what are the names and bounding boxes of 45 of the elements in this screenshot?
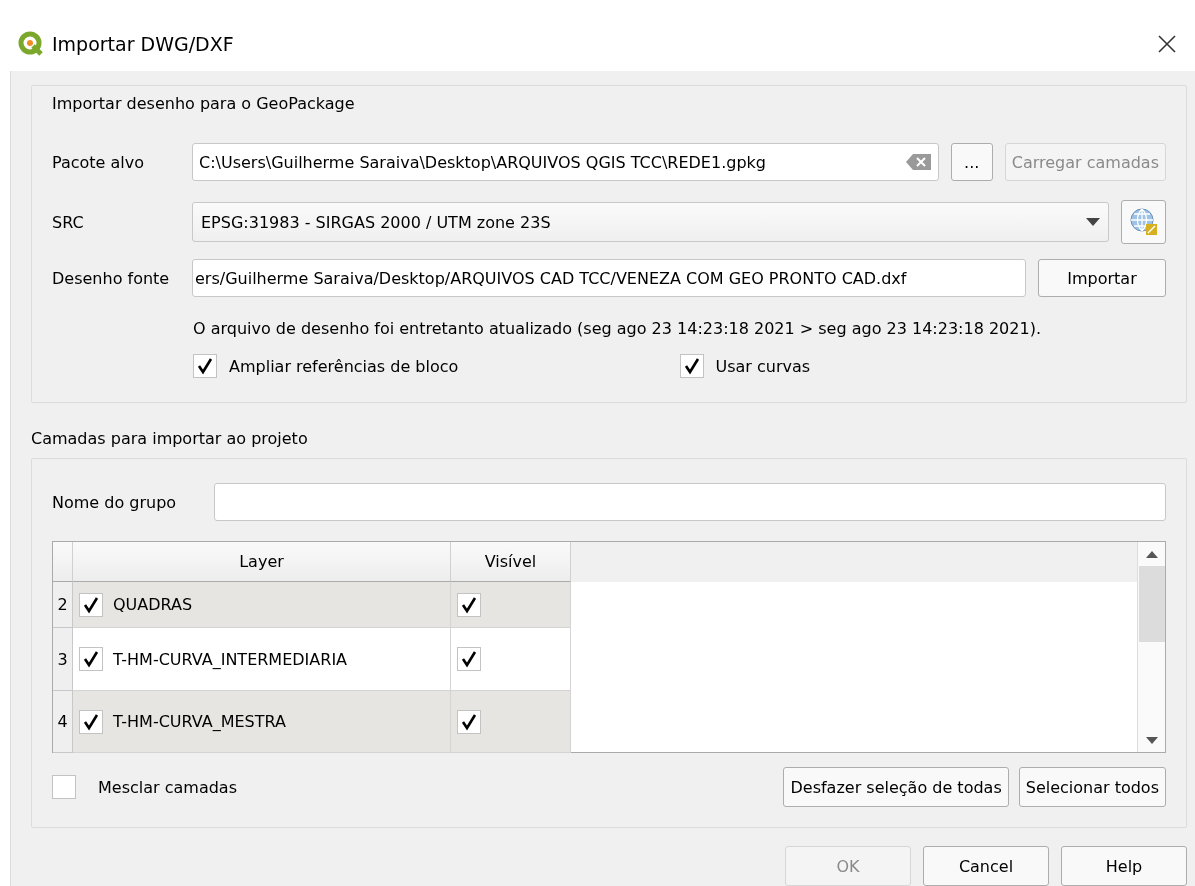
crs-dropdown[interactable]: EPSG:31983 - SIRGAS 2000 / UTM zone 23S — [192, 202, 1109, 242]
checkbox[interactable] — [457, 647, 481, 671]
scrollbar[interactable] — [1137, 542, 1165, 752]
layer-name: T-HM-CURVA_INTERMEDIARIA — [113, 649, 348, 669]
header-corner — [53, 542, 73, 582]
checkbox[interactable] — [679, 354, 704, 378]
dialog-button[interactable]: Cancel — [923, 846, 1049, 886]
checkbox-label: Usar curvas — [715, 356, 811, 376]
clear-icon[interactable] — [905, 153, 932, 171]
row-number: 3 — [53, 628, 73, 691]
layer-name: T-HM-CURVA_MESTRA — [113, 712, 286, 731]
selection-button[interactable]: Desfazer seleção de todas — [783, 767, 1009, 807]
row-number: 4 — [53, 691, 73, 753]
group-title: Importar desenho para o GeoPackage — [52, 94, 356, 113]
dialog-button[interactable]: Help — [1061, 846, 1187, 886]
checkbox-label: Mesclar camadas — [98, 777, 238, 797]
import-button[interactable]: Importar — [1038, 259, 1166, 297]
status-message: O arquivo de desenho foi entretanto atualizado (seg ago 23 14:23:18 2021 > seg ago 23 14:23:18 2021). — [193, 319, 1042, 338]
checkbox[interactable] — [79, 709, 103, 734]
group-title: Camadas para importar ao projeto — [31, 429, 309, 448]
checkbox-label: Ampliar referências de bloco — [229, 356, 459, 376]
checkbox[interactable] — [457, 709, 481, 734]
checkbox[interactable] — [193, 354, 217, 378]
source-drawing-field[interactable]: ers/Guilherme Saraiva/Desktop/ARQUIVOS CAD TCC/VENEZA COM GEO PRONTO CAD.dxf — [192, 259, 1026, 297]
window-title: Importar DWG/DXF — [52, 32, 235, 55]
checkbox[interactable] — [79, 592, 103, 617]
field-label: SRC — [52, 212, 85, 232]
checkbox[interactable] — [457, 592, 481, 617]
column-header[interactable]: Visível — [451, 542, 571, 582]
selection-button[interactable]: Selecionar todos — [1018, 767, 1166, 807]
checkbox[interactable] — [52, 775, 76, 799]
close-icon[interactable] — [1157, 33, 1177, 54]
package-field[interactable]: C:\Users\Guilherme Saraiva\Desktop\ARQUIVOS QGIS TCC\REDE1.gpkg — [192, 143, 939, 181]
logo-icon — [18, 30, 44, 57]
layer-name: QUADRAS — [113, 595, 193, 614]
field-label: Pacote alvo — [52, 152, 146, 172]
browse-button[interactable]: ... — [950, 143, 993, 181]
checkbox[interactable] — [79, 647, 103, 671]
row-number: 2 — [53, 582, 73, 628]
field-label: Nome do grupo — [52, 492, 178, 512]
globe-icon — [1128, 207, 1159, 237]
group-name-field[interactable] — [214, 483, 1166, 521]
caret-icon — [1086, 218, 1100, 226]
field-label: Desenho fonte — [52, 268, 171, 288]
column-header[interactable]: Layer — [73, 542, 451, 582]
